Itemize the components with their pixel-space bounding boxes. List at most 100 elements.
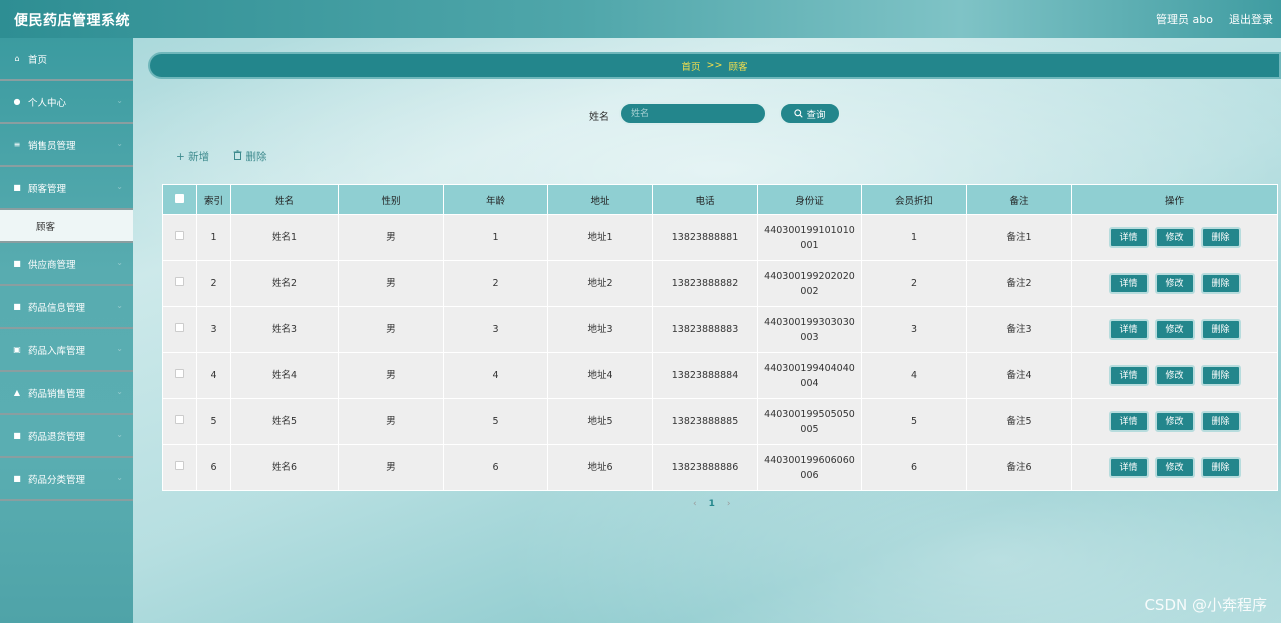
sidebar-item-10[interactable]: ■ 药品分类管理 ⌄ <box>0 458 133 501</box>
sidebar-item-5[interactable]: ■ 供应商管理 ⌄ <box>0 243 133 286</box>
sidebar-item-label: 药品入库管理 <box>28 345 86 357</box>
sidebar-item-label: 销售员管理 <box>28 140 76 152</box>
edit-button[interactable]: 修改 <box>1154 227 1195 248</box>
select-all-checkbox[interactable] <box>175 193 184 203</box>
logout-link[interactable]: 退出登录 <box>1229 11 1273 27</box>
table-cell: 备注3 <box>966 306 1072 353</box>
table-cell: 2 <box>443 260 548 307</box>
row-checkbox[interactable] <box>175 369 184 378</box>
table-cell: 13823888883 <box>652 306 758 353</box>
sidebar-item-label: 个人中心 <box>28 97 67 109</box>
sidebar-item-9[interactable]: ■ 药品退货管理 ⌄ <box>0 415 133 458</box>
table-header-row: 索引 姓名 性别 年龄 地址 电话 身份证 会员折扣 备注 操作 <box>162 184 1278 215</box>
delete-button[interactable]: 删除 <box>233 149 266 164</box>
detail-button[interactable]: 详情 <box>1108 365 1149 386</box>
edit-button[interactable]: 修改 <box>1154 365 1195 386</box>
sidebar-item-8[interactable]: ▲ 药品销售管理 ⌄ <box>0 372 133 415</box>
detail-button[interactable]: 详情 <box>1108 227 1149 248</box>
user-area: 管理员 abo 退出登录 <box>1156 11 1273 27</box>
toolbar: + 新增 删除 <box>176 149 266 164</box>
chevron-down-icon: ⌄ <box>116 96 123 105</box>
table-row[interactable]: 3 姓名3 男 3 地址3 13823888883 440300199303030003 3 备… <box>162 306 1278 353</box>
table-cell: 13823888884 <box>652 352 758 399</box>
grid-icon: ■ <box>13 431 21 440</box>
detail-button[interactable]: 详情 <box>1108 319 1149 340</box>
table-row[interactable]: 5 姓名5 男 5 地址5 13823888885 440300199505050005 5 备… <box>162 398 1278 445</box>
add-button[interactable]: + 新增 <box>176 149 209 164</box>
pagination: ‹ 1 › <box>693 499 730 509</box>
user-icon: ● <box>13 97 21 106</box>
row-select-cell <box>162 214 197 261</box>
table-cell: 地址4 <box>547 352 653 399</box>
table-cell: 姓名2 <box>230 260 339 307</box>
table-row[interactable]: 4 姓名4 男 4 地址4 13823888884 440300199404040004 4 备… <box>162 352 1278 399</box>
detail-button[interactable]: 详情 <box>1108 273 1149 294</box>
list-icon: ≡ <box>13 140 21 149</box>
row-select-cell <box>162 352 197 399</box>
row-actions: 详情 修改 删除 <box>1071 214 1278 261</box>
table-cell: 地址3 <box>547 306 653 353</box>
prev-page-button[interactable]: ‹ <box>693 499 697 509</box>
column-header: 操作 <box>1071 184 1278 215</box>
table-row[interactable]: 1 姓名1 男 1 地址1 13823888881 440300199101010001 1 备… <box>162 214 1278 261</box>
row-checkbox[interactable] <box>175 461 184 470</box>
table-cell: 备注1 <box>966 214 1072 261</box>
breadcrumb-home[interactable]: 首页 <box>682 59 701 73</box>
current-page[interactable]: 1 <box>709 499 715 509</box>
table-cell: 男 <box>338 260 444 307</box>
sidebar-item-7[interactable]: ▣ 药品入库管理 ⌄ <box>0 329 133 372</box>
table-cell: 440300199202020002 <box>757 260 862 307</box>
search-input[interactable] <box>619 102 767 125</box>
sidebar-item-0[interactable]: ⌂ 首页 <box>0 38 133 81</box>
row-checkbox[interactable] <box>175 323 184 332</box>
chevron-down-icon: ⌄ <box>116 430 123 439</box>
query-button[interactable]: 查询 <box>779 102 841 125</box>
row-checkbox[interactable] <box>175 415 184 424</box>
detail-button[interactable]: 详情 <box>1108 411 1149 432</box>
delete-row-button[interactable]: 删除 <box>1200 411 1241 432</box>
table-cell: 男 <box>338 306 444 353</box>
chevron-down-icon: ⌄ <box>116 301 123 310</box>
sidebar-item-label: 顾客管理 <box>28 183 67 195</box>
customer-table: 索引 姓名 性别 年龄 地址 电话 身份证 会员折扣 备注 操作 1 姓名1 男 1 地址1 1382388… <box>162 184 1278 491</box>
table-cell: 5 <box>196 398 231 445</box>
table-row[interactable]: 2 姓名2 男 2 地址2 13823888882 440300199202020002 2 备… <box>162 260 1278 307</box>
table-row[interactable]: 6 姓名6 男 6 地址6 13823888886 440300199606060006 6 备… <box>162 444 1278 491</box>
table-cell: 男 <box>338 398 444 445</box>
row-checkbox[interactable] <box>175 231 184 240</box>
edit-button[interactable]: 修改 <box>1154 457 1195 478</box>
edit-button[interactable]: 修改 <box>1154 319 1195 340</box>
current-user: 管理员 abo <box>1156 13 1213 26</box>
column-header: 会员折扣 <box>861 184 967 215</box>
chevron-down-icon: ⌄ <box>116 139 123 148</box>
grid-icon: ■ <box>13 183 21 192</box>
sidebar-item-6[interactable]: ■ 药品信息管理 ⌄ <box>0 286 133 329</box>
table-cell: 地址6 <box>547 444 653 491</box>
table-cell: 1 <box>196 214 231 261</box>
row-actions: 详情 修改 删除 <box>1071 398 1278 445</box>
table-cell: 440300199101010001 <box>757 214 862 261</box>
column-header: 身份证 <box>757 184 862 215</box>
column-header: 索引 <box>196 184 231 215</box>
delete-row-button[interactable]: 删除 <box>1200 273 1241 294</box>
row-select-cell <box>162 260 197 307</box>
sidebar-item-3[interactable]: ■ 顾客管理 ⌄ <box>0 167 133 210</box>
grid-icon: ■ <box>13 302 21 311</box>
row-actions: 详情 修改 删除 <box>1071 352 1278 399</box>
delete-row-button[interactable]: 删除 <box>1200 365 1241 386</box>
row-checkbox[interactable] <box>175 277 184 286</box>
table-cell: 备注2 <box>966 260 1072 307</box>
next-page-button[interactable]: › <box>727 499 731 509</box>
delete-row-button[interactable]: 删除 <box>1200 227 1241 248</box>
detail-button[interactable]: 详情 <box>1108 457 1149 478</box>
table-cell: 13823888886 <box>652 444 758 491</box>
edit-button[interactable]: 修改 <box>1154 273 1195 294</box>
sidebar-item-2[interactable]: ≡ 销售员管理 ⌄ <box>0 124 133 167</box>
row-actions: 详情 修改 删除 <box>1071 260 1278 307</box>
delete-row-button[interactable]: 删除 <box>1200 319 1241 340</box>
grid-icon: ■ <box>13 259 21 268</box>
submenu-item-customer[interactable]: 顾客 <box>0 210 133 243</box>
sidebar-item-1[interactable]: ● 个人中心 ⌄ <box>0 81 133 124</box>
edit-button[interactable]: 修改 <box>1154 411 1195 432</box>
delete-row-button[interactable]: 删除 <box>1200 457 1241 478</box>
